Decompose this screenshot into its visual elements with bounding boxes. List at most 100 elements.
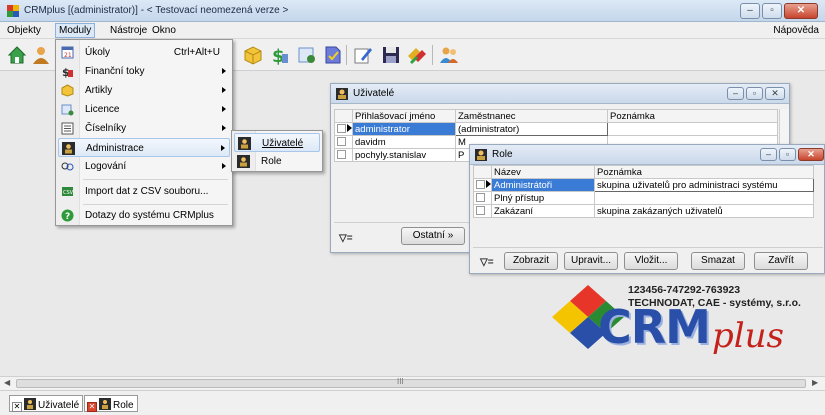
table-cell[interactable]: (administrator) xyxy=(455,122,608,136)
role-close-button[interactable]: ✕ xyxy=(798,148,824,161)
role-window-titlebar[interactable]: Role – ▫ ✕ xyxy=(470,145,824,165)
column-header[interactable]: Název xyxy=(491,165,595,179)
column-header[interactable]: Poznámka xyxy=(607,109,778,123)
users-minimize-button[interactable]: – xyxy=(727,87,744,100)
table-cell[interactable]: Zakázaní xyxy=(491,204,595,218)
menu-item-uzivatele[interactable]: Uživatelé xyxy=(234,133,320,152)
column-header[interactable]: Přihlašovací jméno xyxy=(352,109,456,123)
shapes-icon[interactable] xyxy=(406,44,428,66)
menu-item-ukoly[interactable]: 21 Úkoly Ctrl+Alt+U xyxy=(58,43,230,62)
row-checkbox[interactable] xyxy=(476,192,485,202)
close-window-button[interactable]: Zavřít xyxy=(754,252,808,270)
table-row[interactable]: Administrátoři skupina uživatelů pro adm… xyxy=(473,178,814,192)
maximize-button[interactable]: ▫ xyxy=(762,3,782,19)
row-selector[interactable] xyxy=(334,148,353,162)
menu-item-financni-toky[interactable]: $ Finanční toky xyxy=(58,62,230,81)
column-header[interactable]: Poznámka xyxy=(594,165,814,179)
insert-button[interactable]: Vložit... xyxy=(624,252,678,270)
menu-moduly[interactable]: Moduly xyxy=(55,23,96,38)
table-cell[interactable]: Administrátoři xyxy=(491,178,595,192)
filter-icon[interactable]: ▽= xyxy=(480,257,494,268)
table-cell[interactable]: davidm xyxy=(352,135,456,149)
menu-nastroje[interactable]: Nástroje xyxy=(110,25,147,36)
certificate-icon[interactable] xyxy=(296,44,318,66)
close-icon: ✕ xyxy=(771,88,779,98)
users-icon[interactable] xyxy=(438,44,460,66)
menu-okno[interactable]: Okno xyxy=(152,25,176,36)
csv-icon: CSV xyxy=(62,187,74,196)
menu-item-logovani[interactable]: Logování xyxy=(58,157,230,176)
role-table: Název Poznámka Administrátoři skupina už… xyxy=(473,165,814,218)
menu-item-role[interactable]: Role xyxy=(234,152,320,171)
close-icon[interactable]: ✕ xyxy=(12,402,22,412)
window-taskbar: ✕ Uživatelé ✕ Role xyxy=(0,390,825,415)
table-row[interactable]: administrator (administrator) xyxy=(334,122,778,136)
money-icon: $ xyxy=(62,66,73,78)
tab-role[interactable]: ✕ Role xyxy=(84,395,138,412)
row-selector[interactable] xyxy=(473,204,492,218)
contact-icon[interactable] xyxy=(30,44,52,66)
role-maximize-button[interactable]: ▫ xyxy=(779,148,796,161)
minimize-icon: – xyxy=(747,5,753,16)
restore-icon: ▫ xyxy=(770,5,774,16)
help-icon: ? xyxy=(61,209,74,222)
table-cell[interactable] xyxy=(607,122,778,136)
scrollbar-thumb[interactable] xyxy=(16,379,806,388)
table-cell[interactable]: skupina zakázaných uživatelů xyxy=(594,204,814,218)
delete-button[interactable]: Smazat xyxy=(691,252,745,270)
edit-button[interactable]: Upravit... xyxy=(564,252,618,270)
menu-item-administrace[interactable]: Administrace xyxy=(58,138,230,157)
scroll-right-icon[interactable]: ▶ xyxy=(812,378,818,387)
close-icon[interactable]: ✕ xyxy=(87,402,97,412)
menu-item-import-csv[interactable]: CSV Import dat z CSV souboru... xyxy=(58,182,230,201)
row-selector[interactable] xyxy=(334,122,353,136)
dollar-icon[interactable]: $ xyxy=(268,44,290,66)
horizontal-scrollbar[interactable]: ◀ III ▶ xyxy=(0,376,825,390)
table-cell[interactable] xyxy=(594,191,814,205)
menu-item-dotazy[interactable]: ? Dotazy do systému CRMplus xyxy=(58,206,230,225)
menu-napoveda[interactable]: Nápověda xyxy=(773,25,819,36)
table-cell[interactable]: Plný přístup xyxy=(491,191,595,205)
approve-icon[interactable] xyxy=(322,44,344,66)
row-selector[interactable] xyxy=(334,135,353,149)
tab-uzivatele[interactable]: ✕ Uživatelé xyxy=(9,395,84,412)
table-row[interactable]: Plný přístup xyxy=(473,191,814,205)
table-row[interactable]: Zakázaní skupina zakázaných uživatelů xyxy=(473,204,814,218)
row-checkbox[interactable] xyxy=(476,205,485,215)
scroll-left-icon[interactable]: ◀ xyxy=(4,378,10,387)
row-checkbox[interactable] xyxy=(476,179,485,189)
row-checkbox[interactable] xyxy=(337,149,346,159)
row-checkbox[interactable] xyxy=(337,136,346,146)
toolbar-separator xyxy=(432,45,433,65)
menu-item-artikly[interactable]: Artikly xyxy=(58,81,230,100)
menu-objekty[interactable]: Objekty xyxy=(7,25,41,36)
table-cell[interactable]: pochyly.stanislav xyxy=(352,148,456,162)
other-button[interactable]: Ostatní » xyxy=(401,227,465,245)
users-close-button[interactable]: ✕ xyxy=(765,87,785,100)
edit-note-icon[interactable] xyxy=(352,44,374,66)
users-window-titlebar[interactable]: Uživatelé – ▫ ✕ xyxy=(331,84,789,104)
show-button[interactable]: Zobrazit xyxy=(504,252,558,270)
menu-item-licence[interactable]: Licence xyxy=(58,100,230,119)
table-cell[interactable]: administrator xyxy=(352,122,456,136)
row-selector[interactable] xyxy=(473,191,492,205)
admin-users-icon xyxy=(237,155,250,168)
crmplus-app-icon xyxy=(7,5,19,17)
package-icon[interactable] xyxy=(242,44,264,66)
filter-icon[interactable]: ▽= xyxy=(339,233,353,244)
submenu-arrow-icon xyxy=(222,106,226,112)
home-icon[interactable] xyxy=(6,44,28,66)
table-cell[interactable]: skupina uživatelů pro administraci systé… xyxy=(594,178,814,192)
close-button[interactable]: ✕ xyxy=(784,3,818,19)
role-minimize-button[interactable]: – xyxy=(760,148,777,161)
close-icon: ✕ xyxy=(807,149,815,159)
modules-menu: 21 Úkoly Ctrl+Alt+U $ Finanční toky Arti… xyxy=(55,39,233,226)
save-icon[interactable] xyxy=(380,44,402,66)
list-icon xyxy=(61,122,74,135)
users-maximize-button[interactable]: ▫ xyxy=(746,87,763,100)
minimize-button[interactable]: – xyxy=(740,3,760,19)
menu-item-ciselniky[interactable]: Číselníky xyxy=(58,119,230,138)
row-checkbox[interactable] xyxy=(337,123,346,133)
row-selector[interactable] xyxy=(473,178,492,192)
column-header[interactable]: Zaměstnanec xyxy=(455,109,608,123)
